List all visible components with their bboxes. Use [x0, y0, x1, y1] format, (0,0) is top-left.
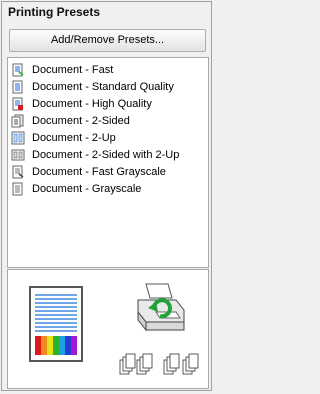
document-fast-icon — [12, 63, 24, 77]
print-preview-area — [7, 269, 209, 389]
document-2-sided-icon — [11, 114, 24, 128]
preset-item[interactable]: Document - Standard Quality — [11, 79, 174, 95]
printer-icon — [137, 283, 185, 332]
preset-item[interactable]: Document - 2-Sided with 2-Up — [11, 147, 179, 163]
preset-item[interactable]: Document - Fast Grayscale — [11, 164, 166, 180]
presets-list[interactable]: Document - Fast Document - Standard Qual… — [7, 57, 209, 268]
preset-label: Document - Fast Grayscale — [32, 166, 166, 178]
document-2-up-icon — [11, 131, 25, 145]
preset-item[interactable]: Document - High Quality — [11, 96, 152, 112]
preset-label: Document - Standard Quality — [32, 81, 174, 93]
preset-label: Document - Fast — [32, 64, 114, 76]
document-preview-graphic — [35, 294, 77, 355]
collate-pages-icon — [119, 353, 153, 375]
reverse-order-pages-icon — [163, 353, 199, 375]
document-2-sided-2-up-icon — [11, 149, 25, 161]
preset-item[interactable]: Document - Grayscale — [11, 181, 141, 197]
document-high-quality-icon — [12, 97, 23, 111]
preset-item[interactable]: Document - 2-Sided — [11, 113, 130, 129]
preset-label: Document - 2-Sided — [32, 115, 130, 127]
printing-presets-panel: Printing Presets Add/Remove Presets... D… — [1, 1, 212, 391]
add-remove-presets-button[interactable]: Add/Remove Presets... — [9, 29, 206, 52]
preset-item[interactable]: Document - Fast — [11, 62, 113, 78]
document-fast-grayscale-icon — [12, 165, 24, 179]
panel-title: Printing Presets — [8, 5, 101, 19]
preset-item[interactable]: Document - 2-Up — [11, 130, 116, 146]
preset-label: Document - 2-Sided with 2-Up — [32, 149, 180, 161]
paper-preview — [29, 286, 83, 362]
document-grayscale-icon — [12, 182, 23, 196]
preset-label: Document - High Quality — [32, 98, 152, 110]
preset-label: Document - Grayscale — [32, 183, 142, 195]
preset-label: Document - 2-Up — [32, 132, 116, 144]
document-standard-icon — [12, 80, 23, 94]
